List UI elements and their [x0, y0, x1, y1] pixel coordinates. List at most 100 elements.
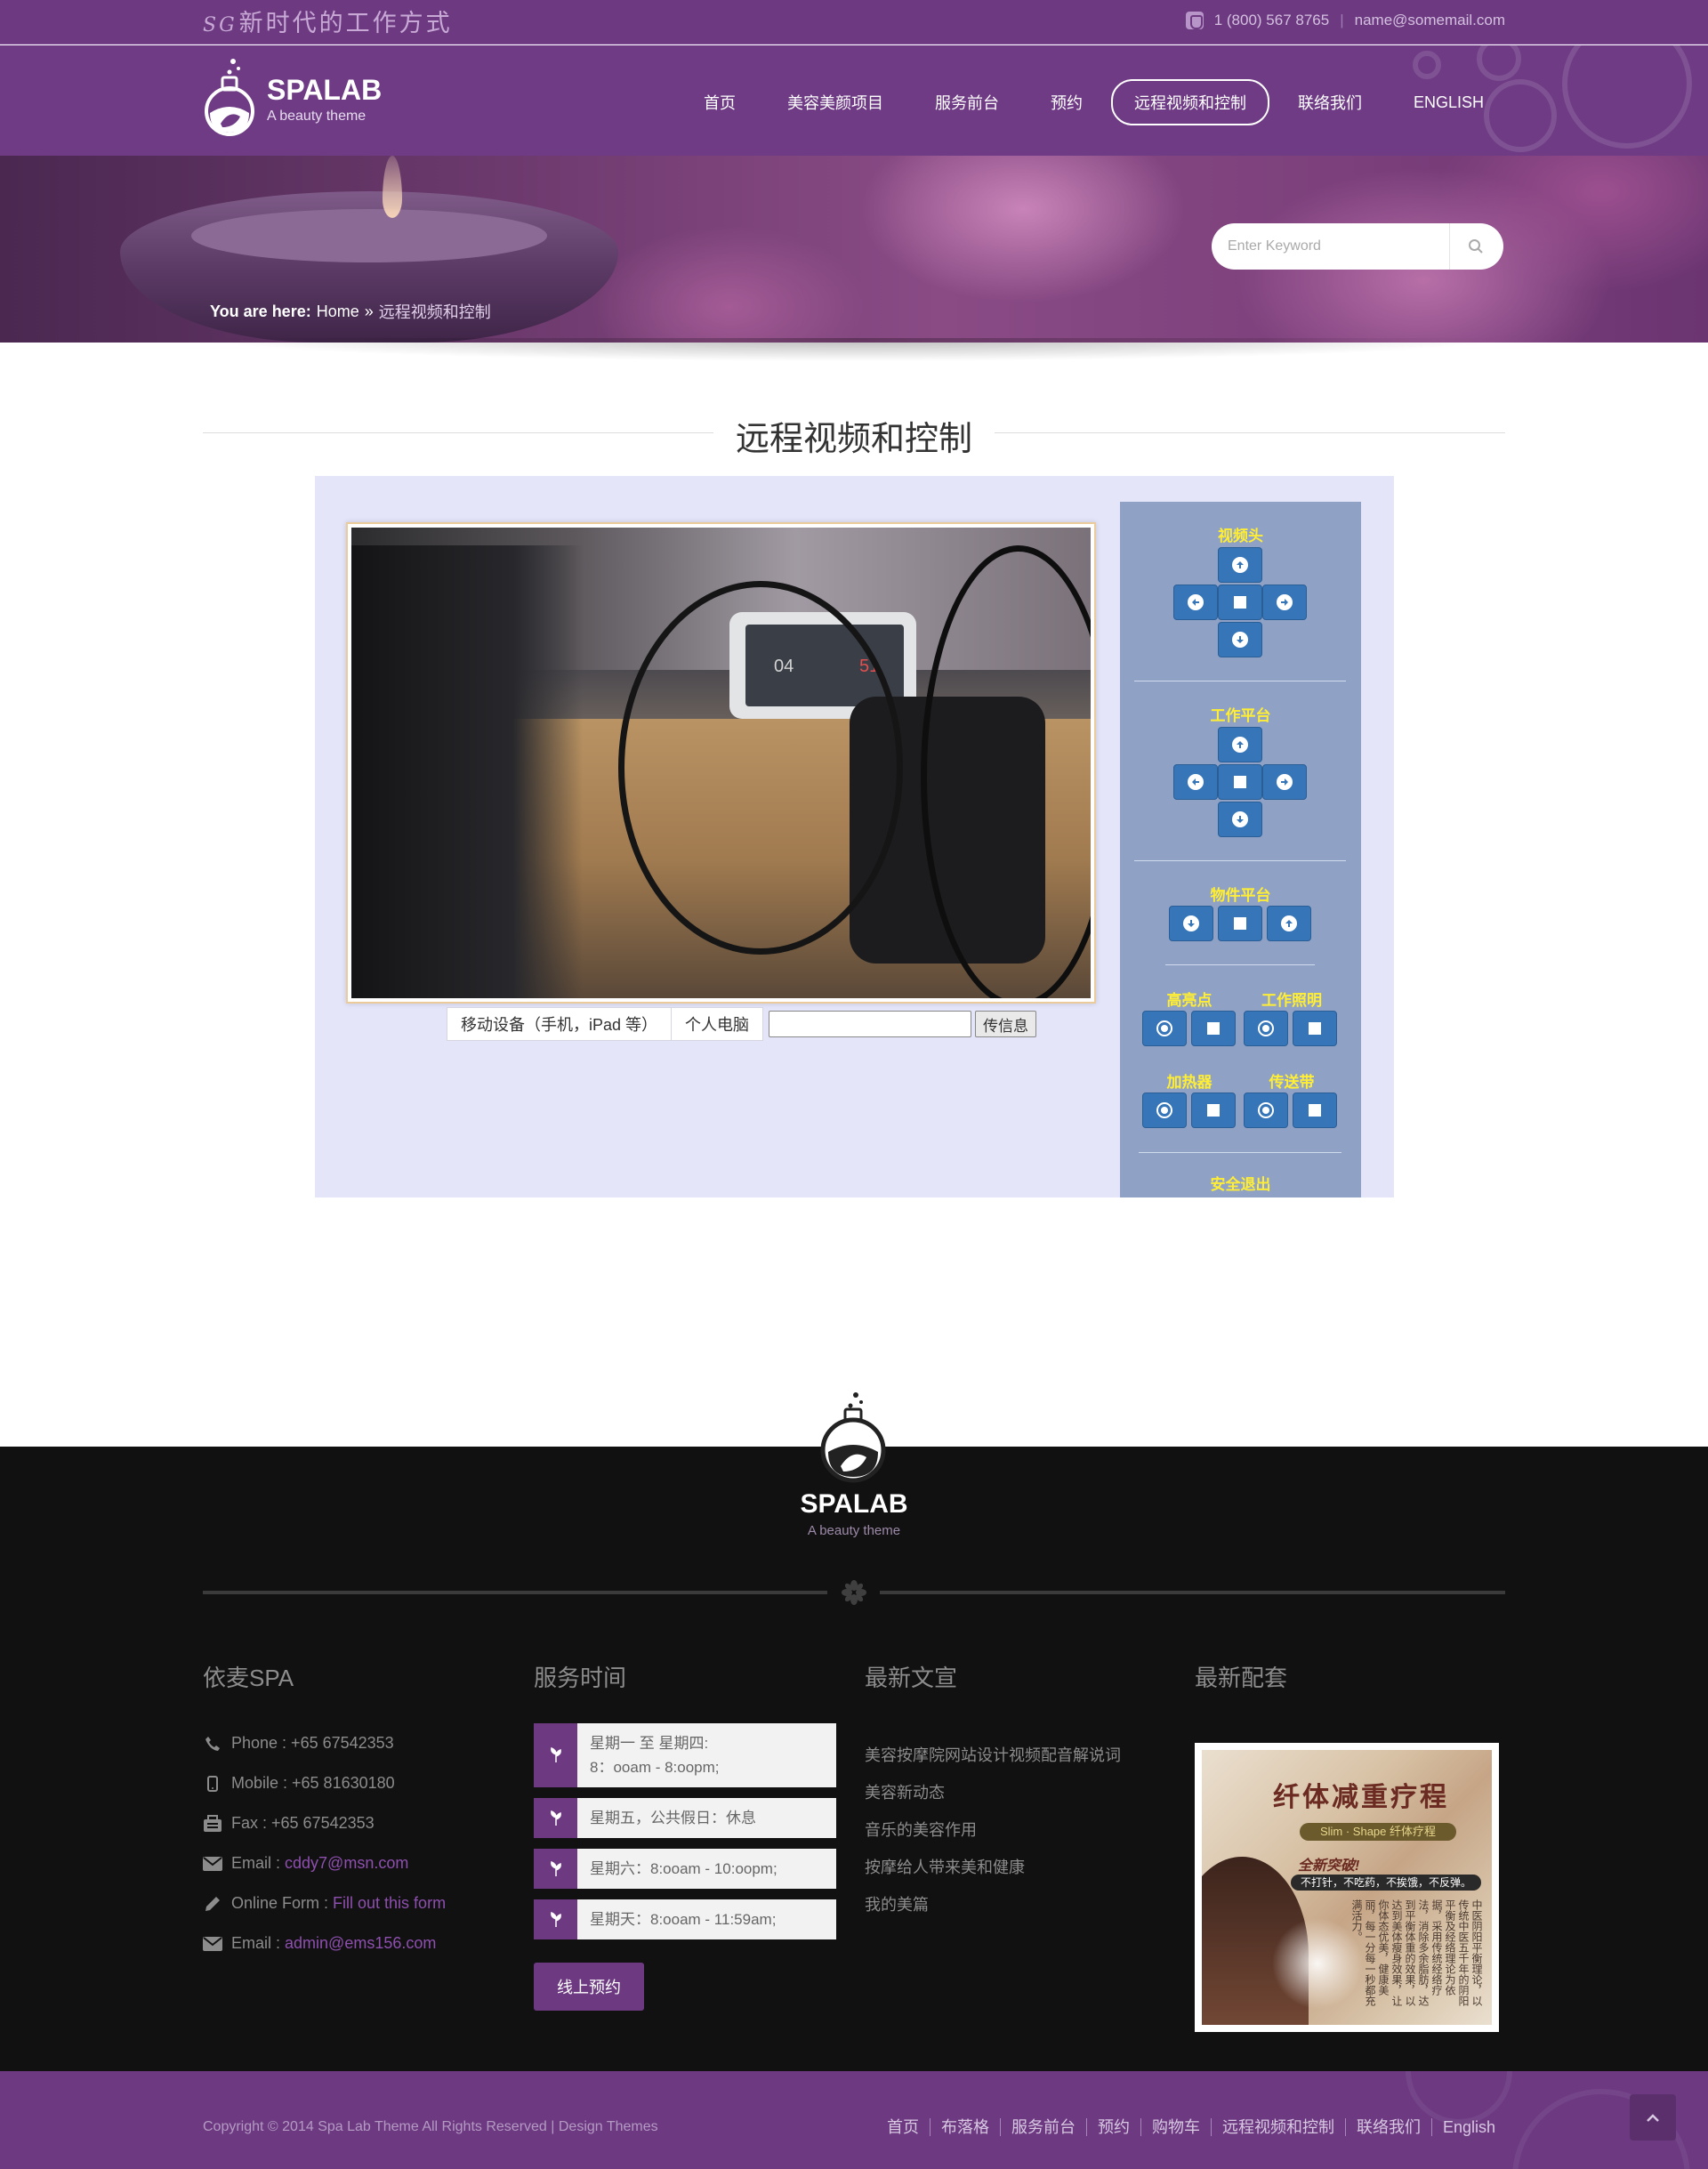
power-on-icon: [1258, 1020, 1274, 1036]
hours-text: 星期五，公共假日：休息: [590, 1810, 756, 1826]
search-box: [1212, 223, 1503, 270]
divider: [203, 1591, 827, 1594]
search-input[interactable]: [1212, 223, 1450, 270]
arrow-left-icon: [1188, 774, 1204, 790]
nav-item-english[interactable]: ENGLISH: [1390, 82, 1507, 124]
workbench-title: 工作平台: [1210, 707, 1271, 724]
workbench-down-button[interactable]: [1218, 802, 1262, 837]
hours-row: 星期天：8:ooam - 11:59am;: [534, 1899, 836, 1939]
footer-phone-text: Phone : +65 67542353: [231, 1734, 394, 1752]
worklight-off-button[interactable]: [1293, 1011, 1337, 1046]
nav-item-contact[interactable]: 联络我们: [1275, 79, 1385, 125]
news-link[interactable]: 美容按摩院网站设计视频配音解说词: [865, 1743, 1167, 1780]
workbench-up-button[interactable]: [1218, 727, 1262, 762]
nav-item-booking[interactable]: 预约: [1027, 79, 1106, 125]
decorative-bubble: [1477, 45, 1521, 81]
footer-email: Email : cddy7@msn.com: [203, 1843, 487, 1883]
workbench-stop-button[interactable]: [1218, 764, 1262, 800]
nav-item-beauty-projects[interactable]: 美容美颜项目: [764, 79, 906, 125]
footer-contact-column: 依麦SPA Phone : +65 67542353 Mobile : +65 …: [203, 1660, 487, 1963]
promo-ribbon: Slim · Shape 纤体疗程: [1300, 1823, 1456, 1841]
news-link[interactable]: 美容新动态: [865, 1780, 1167, 1818]
leaf-icon: [534, 1798, 577, 1838]
hours-row: 星期一 至 星期四: 8：ooam - 8:oopm;: [534, 1723, 836, 1787]
camera-up-button[interactable]: [1218, 547, 1262, 583]
search-button[interactable]: [1450, 223, 1502, 270]
footer-nav-blog[interactable]: 布落格: [929, 2118, 1000, 2136]
site-logo[interactable]: SPALAB A beauty theme: [203, 56, 382, 141]
camera-down-button[interactable]: [1218, 622, 1262, 657]
footer-hours-title: 服务时间: [534, 1665, 627, 1691]
object-stop-button[interactable]: [1218, 906, 1262, 941]
back-to-top-button[interactable]: [1630, 2094, 1676, 2141]
divider: [880, 1591, 1505, 1594]
divider: [1134, 860, 1346, 861]
footer-email2-link[interactable]: admin@ems156.com: [285, 1934, 436, 1952]
copyright: Copyright © 2014 Spa Lab Theme All Right…: [203, 2119, 658, 2134]
page-title: 远程视频和控制: [735, 421, 972, 458]
safe-exit-link[interactable]: 安全退出: [1120, 1172, 1361, 1194]
online-booking-button[interactable]: 线上预约: [534, 1963, 644, 2011]
worklight-on-button[interactable]: [1244, 1011, 1288, 1046]
brand-name: SPALAB: [267, 73, 383, 106]
remote-control-panel: 04 51 移动设备（手机，iPad 等） 个人电脑 传信息 视频头 工作平台: [315, 476, 1394, 1197]
camera-stop-button[interactable]: [1218, 585, 1262, 620]
fax-icon: [203, 1814, 222, 1832]
tab-mobile-devices[interactable]: 移动设备（手机，iPad 等）: [447, 1007, 673, 1041]
highlight-off-button[interactable]: [1191, 1011, 1236, 1046]
camera-left-button[interactable]: [1173, 585, 1218, 620]
breadcrumb-home[interactable]: Home: [317, 302, 359, 321]
footer-nav-home[interactable]: 首页: [876, 2118, 930, 2136]
footer-nav-remote-video[interactable]: 远程视频和控制: [1210, 2118, 1345, 2136]
brand-tagline: A beauty theme: [267, 108, 367, 124]
top-email[interactable]: name@somemail.com: [1355, 12, 1505, 29]
video-stream[interactable]: 04 51: [346, 522, 1096, 1004]
news-link[interactable]: 按摩给人带来美和健康: [865, 1855, 1167, 1892]
footer-mobile: Mobile : +65 81630180: [203, 1763, 487, 1803]
search-icon: [1469, 239, 1483, 254]
news-link[interactable]: 我的美篇: [865, 1892, 1167, 1930]
divider: [1139, 1152, 1341, 1153]
news-link[interactable]: 音乐的美容作用: [865, 1818, 1167, 1855]
power-on-icon: [1156, 1102, 1172, 1118]
heater-off-button[interactable]: [1191, 1093, 1236, 1128]
footer-nav: 首页 布落格 服务前台 预约 购物车 远程视频和控制 联络我们 English: [876, 2118, 1506, 2136]
promo-headline: 全新突破!: [1298, 1859, 1360, 1874]
arrow-down-icon: [1232, 632, 1248, 648]
promo-poster: 纤体减重疗程 Slim · Shape 纤体疗程 全新突破! 不打针，不吃药，不…: [1202, 1750, 1492, 2025]
nav-item-service-desk[interactable]: 服务前台: [912, 79, 1022, 125]
nav-item-remote-video[interactable]: 远程视频和控制: [1110, 79, 1269, 125]
footer-nav-english[interactable]: English: [1430, 2118, 1506, 2136]
slimming-promo-image[interactable]: 纤体减重疗程 Slim · Shape 纤体疗程 全新突破! 不打针，不吃药，不…: [1195, 1743, 1499, 2032]
footer-nav-service-desk[interactable]: 服务前台: [999, 2118, 1086, 2136]
slogan-prefix: SG: [203, 14, 238, 36]
footer-email-link[interactable]: cddy7@msn.com: [285, 1854, 408, 1872]
workbench-right-button[interactable]: [1262, 764, 1307, 800]
promo-title: 纤体减重疗程: [1273, 1782, 1449, 1813]
stop-icon: [1234, 776, 1246, 788]
tab-pc[interactable]: 个人电脑: [672, 1007, 764, 1041]
power-on-icon: [1156, 1020, 1172, 1036]
send-message-button[interactable]: 传信息: [975, 1011, 1037, 1037]
conveyor-on-button[interactable]: [1244, 1093, 1288, 1128]
conveyor-off-button[interactable]: [1293, 1093, 1337, 1128]
device-control-sidebar: 视频头 工作平台 物件平台 高亮点 工作照明 加热器 传送带 安全退出: [1120, 502, 1361, 1197]
object-down-button[interactable]: [1169, 906, 1213, 941]
breadcrumb: You are here: Home » 远程视频和控制: [210, 300, 491, 323]
footer-email-2: Email : admin@ems156.com: [203, 1923, 487, 1963]
flask-logo-icon: [820, 1392, 886, 1483]
highlight-on-button[interactable]: [1142, 1011, 1187, 1046]
object-up-button[interactable]: [1267, 906, 1311, 941]
bottom-bar: Copyright © 2014 Spa Lab Theme All Right…: [0, 2071, 1708, 2169]
footer-nav-booking[interactable]: 预约: [1085, 2118, 1140, 2136]
footer-nav-contact[interactable]: 联络我们: [1344, 2118, 1431, 2136]
nav-item-home[interactable]: 首页: [681, 79, 759, 125]
message-input[interactable]: [769, 1011, 972, 1037]
footer-nav-cart[interactable]: 购物车: [1140, 2118, 1211, 2136]
workbench-left-button[interactable]: [1173, 764, 1218, 800]
heater-on-button[interactable]: [1142, 1093, 1187, 1128]
arrow-up-icon: [1232, 737, 1248, 753]
camera-right-button[interactable]: [1262, 585, 1307, 620]
footer-form-link[interactable]: Fill out this form: [333, 1894, 446, 1912]
stop-icon: [1309, 1104, 1321, 1117]
